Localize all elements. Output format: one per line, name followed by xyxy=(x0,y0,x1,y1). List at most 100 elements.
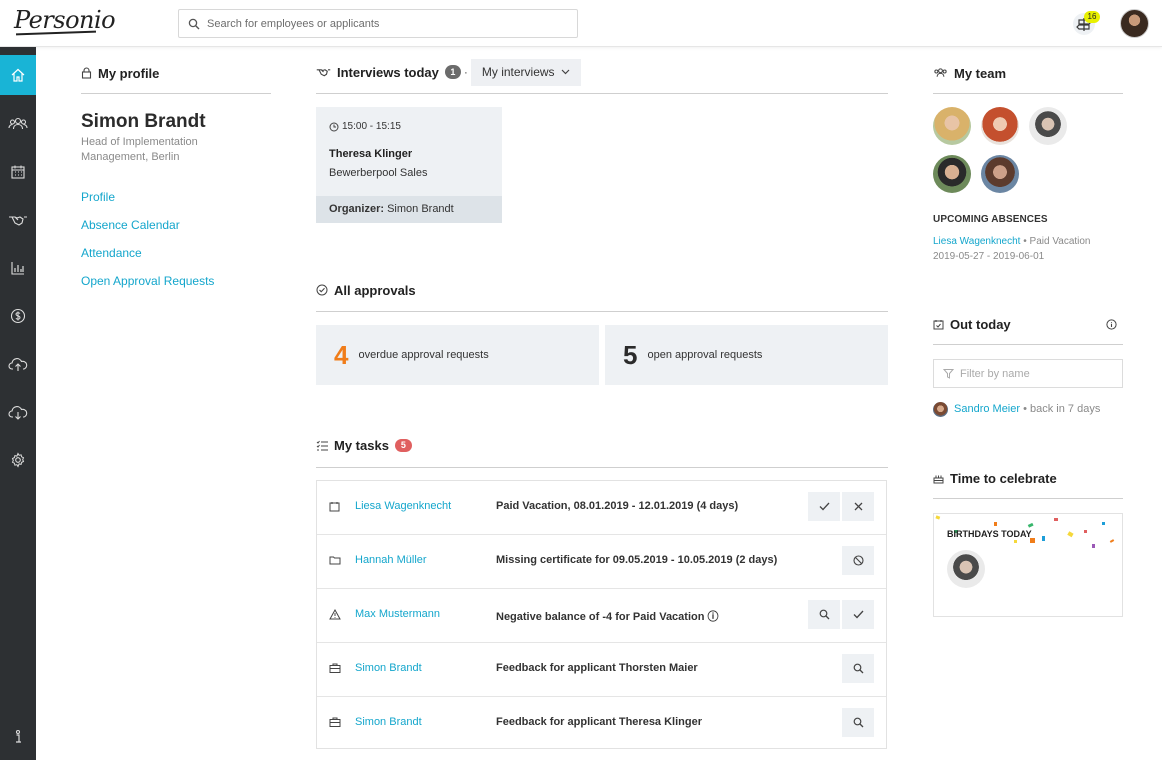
task-description: Missing certificate for 09.05.2019 - 10.… xyxy=(496,554,778,566)
home-icon xyxy=(11,68,25,82)
filter-input[interactable] xyxy=(960,366,1110,382)
personio-logo[interactable]: Personio xyxy=(14,6,116,34)
check-icon xyxy=(853,610,863,619)
absence-person-link[interactable]: Liesa Wagenknecht xyxy=(933,236,1020,247)
celebrate-heading-text: Time to celebrate xyxy=(950,470,1057,486)
divider xyxy=(933,344,1123,345)
people-icon xyxy=(934,68,947,77)
overdue-approvals-card[interactable]: 4 overdue approval requests xyxy=(316,325,599,385)
out-status: back in 7 days xyxy=(1030,403,1101,415)
link-profile[interactable]: Profile xyxy=(81,190,271,218)
nav-help[interactable] xyxy=(0,717,36,757)
tasks-count: 5 xyxy=(394,438,412,452)
divider xyxy=(933,93,1123,94)
search-input[interactable] xyxy=(207,14,567,34)
chevron-down-icon xyxy=(561,69,569,75)
top-bar: Personio 16 xyxy=(0,0,1162,47)
user-avatar[interactable] xyxy=(1120,9,1149,38)
separator-dot: · xyxy=(463,65,468,79)
approvals-heading-text: All approvals xyxy=(334,282,416,298)
global-search[interactable] xyxy=(178,9,578,38)
out-separator: • xyxy=(1020,403,1031,415)
team-member-avatar[interactable] xyxy=(981,155,1019,193)
nav-upload[interactable] xyxy=(0,344,36,384)
link-absence-calendar[interactable]: Absence Calendar xyxy=(81,218,271,246)
nav-home[interactable] xyxy=(0,55,36,95)
overdue-count: 4 xyxy=(334,339,349,370)
cloud-upload-icon xyxy=(8,358,28,371)
birthday-person-avatar[interactable] xyxy=(947,550,985,588)
dismiss-button[interactable] xyxy=(842,546,874,575)
briefcase-icon xyxy=(329,717,341,727)
team-member-avatar[interactable] xyxy=(981,107,1019,145)
nav-settings[interactable] xyxy=(0,440,36,480)
team-heading-text: My team xyxy=(954,65,1007,81)
organizer-label: Organizer: xyxy=(329,203,385,215)
interviews-heading: Interviews today 1 · My interviews xyxy=(316,58,888,86)
absence-dates: 2019-05-27 - 2019-06-01 xyxy=(933,251,1045,262)
overdue-label: overdue approval requests xyxy=(358,349,489,361)
nav-download[interactable] xyxy=(0,392,36,432)
divider xyxy=(81,93,271,94)
view-button[interactable] xyxy=(842,654,874,683)
task-person-link[interactable]: Max Mustermann xyxy=(355,608,440,620)
close-icon xyxy=(854,502,862,511)
cloud-download-icon xyxy=(8,406,28,420)
view-button[interactable] xyxy=(808,600,840,629)
person-avatar[interactable] xyxy=(933,401,948,417)
team-heading: My team xyxy=(933,63,1006,83)
task-row: Simon Brandt Feedback for applicant Ther… xyxy=(317,697,886,751)
interviews-filter-dropdown[interactable]: My interviews xyxy=(470,58,581,86)
absence-entry: Liesa Wagenknecht • Paid Vacation xyxy=(933,236,1091,247)
interviews-count: 1 xyxy=(444,65,461,79)
approve-button[interactable] xyxy=(842,600,874,629)
team-member-avatar[interactable] xyxy=(933,155,971,193)
search-icon xyxy=(188,18,200,30)
interview-card[interactable]: 15:00 - 15:15 Theresa Klinger Bewerberpo… xyxy=(316,107,502,223)
profile-heading-text: My profile xyxy=(98,65,160,81)
handshake-icon xyxy=(9,216,27,226)
task-person-link[interactable]: Simon Brandt xyxy=(355,662,422,674)
divider xyxy=(316,93,888,94)
divider xyxy=(933,498,1123,499)
link-attendance[interactable]: Attendance xyxy=(81,246,271,274)
reject-button[interactable] xyxy=(842,492,874,521)
task-person-link[interactable]: Simon Brandt xyxy=(355,716,422,728)
task-person-link[interactable]: Liesa Wagenknecht xyxy=(355,500,451,512)
task-description: Negative balance of -4 for Paid Vacation… xyxy=(496,611,719,623)
interview-time-text: 15:00 - 15:15 xyxy=(342,121,401,132)
task-person-link[interactable]: Hannah Müller xyxy=(355,554,427,566)
block-icon xyxy=(852,555,864,566)
search-icon xyxy=(819,609,829,620)
open-approvals-card[interactable]: 5 open approval requests xyxy=(605,325,888,385)
divider xyxy=(316,467,888,468)
link-open-approval-requests[interactable]: Open Approval Requests xyxy=(81,274,271,302)
people-icon xyxy=(8,117,28,130)
out-today-filter[interactable] xyxy=(933,359,1123,388)
nav-people[interactable] xyxy=(0,104,36,144)
task-row: Liesa Wagenknecht Paid Vacation, 08.01.2… xyxy=(317,481,886,535)
interview-time: 15:00 - 15:15 xyxy=(329,121,401,132)
out-person-link[interactable]: Sandro Meier xyxy=(954,403,1020,415)
search-icon xyxy=(853,663,863,674)
lock-icon xyxy=(81,67,92,79)
nav-calendar[interactable] xyxy=(0,152,36,192)
divider xyxy=(316,311,888,312)
nav-analytics[interactable] xyxy=(0,248,36,288)
clock-icon xyxy=(329,122,339,131)
info-circle-icon[interactable] xyxy=(1106,318,1117,330)
open-label: open approval requests xyxy=(647,349,763,361)
nav-recruiting[interactable] xyxy=(0,200,36,240)
birthdays-today-label: BIRTHDAYS TODAY xyxy=(947,529,1032,539)
team-member-avatar[interactable] xyxy=(1029,107,1067,145)
task-description: Feedback for applicant Thorsten Maier xyxy=(496,662,698,674)
cake-icon xyxy=(933,475,944,483)
absence-separator: • xyxy=(1020,236,1030,247)
approve-button[interactable] xyxy=(808,492,840,521)
team-member-avatar[interactable] xyxy=(933,107,971,145)
folder-icon xyxy=(329,556,341,565)
nav-payroll[interactable] xyxy=(0,296,36,336)
out-today-entry: Sandro Meier • back in 7 days xyxy=(933,401,1100,417)
task-row: Simon Brandt Feedback for applicant Thor… xyxy=(317,643,886,697)
view-button[interactable] xyxy=(842,708,874,737)
